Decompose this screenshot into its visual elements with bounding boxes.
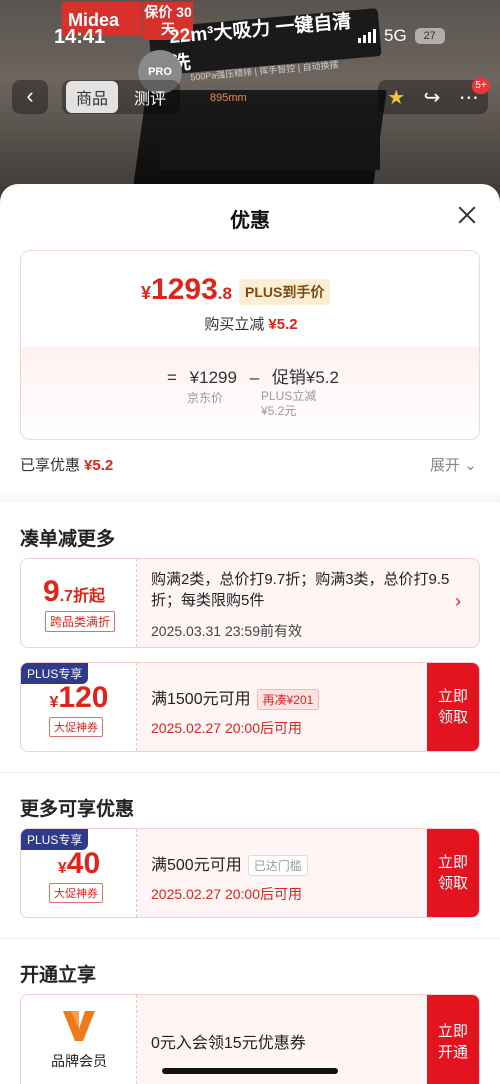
final-price: ¥1293.8 [141, 273, 232, 307]
enjoyed-label: 已享优惠 [20, 457, 81, 474]
coupon-threshold-tag: 已达门槛 [247, 855, 308, 876]
coupon-condition: 满1500元可用 [151, 691, 251, 708]
dimension-label: 895mm [210, 92, 247, 104]
section-title-open-enjoy: 开通立享 [20, 965, 97, 986]
coupon-card: PLUS专享 ¥40 大促神券 满500元可用 已达门槛 2025.02.27 2… [20, 828, 480, 918]
coupon-value: 40 [66, 847, 101, 880]
tab-review[interactable]: 测评 [124, 81, 176, 113]
membership-name: 品牌会员 [51, 1053, 107, 1069]
status-indicators: 5G 27 [358, 26, 445, 46]
discount-sheet: 优惠 ¥1293.8 PLUS到手价 购买立减 ¥5.2 = ¥1299 – 促销… [0, 184, 500, 1084]
coupon-currency: ¥ [57, 860, 67, 877]
minus-sign: – [249, 368, 260, 387]
share-icon[interactable]: ↪ [424, 85, 441, 110]
discount-description: 购满2类，总价打9.7折；购满3类，总价打9.5折；每类限购5件 [151, 571, 450, 609]
discount-valid-date: 2025.03.31 23:59前有效 [151, 623, 302, 639]
coupon-left: PLUS专享 ¥120 大促神券 [21, 663, 137, 751]
membership-offer: 0元入会领15元优惠券 [151, 1035, 306, 1052]
message-badge: 5+ [472, 78, 490, 94]
promo-detail-label: PLUS立减 [261, 389, 317, 403]
coupon-amount: ¥120 [21, 681, 137, 715]
close-icon[interactable] [454, 202, 480, 228]
divider [0, 938, 500, 939]
coupon-value: 120 [58, 681, 109, 714]
discount-tag: 跨品类满折 [45, 611, 116, 632]
sheet-title: 优惠 [230, 210, 270, 232]
divider [0, 772, 500, 773]
membership-left: 品牌会员 [21, 995, 137, 1084]
coupon-card: PLUS专享 ¥120 大促神券 满1500元可用 再凑¥201 2025.02.… [20, 662, 480, 752]
coupon-gap-tag: 再凑¥201 [256, 689, 320, 710]
claim-coupon-button[interactable]: 立即领取 [427, 663, 479, 751]
promo-detail: PLUS立减 ¥5.2元 [261, 389, 316, 419]
status-time: 14:41 [54, 26, 106, 48]
plus-price-tag: PLUS到手价 [239, 279, 331, 305]
coupon-info: 满500元可用 已达门槛 2025.02.27 20:00后可用 [151, 851, 308, 904]
instant-discount-value: ¥5.2 [268, 316, 298, 333]
coupon-kind: 大促神券 [49, 883, 103, 903]
coupon-kind: 大促神券 [49, 717, 103, 737]
chevron-left-icon: ‹ [26, 83, 34, 108]
product-tabs: 商品 测评 [62, 80, 181, 114]
enjoyed-value: ¥5.2 [84, 457, 114, 474]
cross-category-discount-card[interactable]: 9.7折起 跨品类满折 购满2类，总价打9.7折；购满3类，总价打9.5折；每类… [20, 558, 480, 648]
home-indicator[interactable] [162, 1068, 338, 1074]
coupon-info: 满1500元可用 再凑¥201 2025.02.27 20:00后可用 [151, 685, 320, 738]
coupon-left: PLUS专享 ¥40 大促神券 [21, 829, 137, 917]
claim-coupon-button[interactable]: 立即领取 [427, 829, 479, 917]
open-membership-button[interactable]: 立即开通 [427, 995, 479, 1084]
discount-rate-small: .7折起 [59, 588, 106, 605]
signal-icon [358, 29, 376, 43]
instant-discount-label: 购买立减 [204, 316, 265, 333]
star-icon[interactable]: ★ [387, 85, 405, 110]
coupon-date: 2025.02.27 20:00后可用 [151, 886, 302, 902]
chevron-right-icon: › [455, 591, 461, 611]
promo-value: 促销¥5.2 [271, 368, 339, 387]
coupon-amount: ¥40 [21, 847, 137, 881]
battery-icon: 27 [414, 28, 445, 44]
back-button[interactable]: ‹ [12, 80, 48, 114]
promo-detail-value: ¥5.2元 [261, 404, 297, 418]
coupon-condition: 满500元可用 [151, 857, 242, 874]
discount-rate: 9.7折起 [43, 575, 105, 609]
tab-product[interactable]: 商品 [66, 81, 119, 113]
price-integer: 1293 [151, 273, 218, 306]
instant-discount: 购买立减 ¥5.2 [21, 313, 479, 334]
equals-sign: = [167, 368, 177, 387]
network-type: 5G [384, 26, 407, 45]
expand-button[interactable]: 展开 ⌄ [430, 454, 477, 475]
price-formula: = ¥1299 – 促销¥5.2 [167, 363, 347, 388]
section-gap [0, 488, 500, 502]
brand-member-logo-icon [63, 1011, 95, 1041]
discount-left: 9.7折起 跨品类满折 [21, 559, 137, 647]
price-breakdown-bg [21, 347, 479, 439]
range-hood-panel [160, 130, 380, 170]
jd-price-label: 京东价 [187, 391, 224, 405]
jd-price: ¥1299 [189, 368, 237, 387]
section-title-more-orders: 凑单减更多 [20, 529, 116, 550]
price-card: ¥1293.8 PLUS到手价 购买立减 ¥5.2 = ¥1299 – 促销¥5.… [20, 250, 480, 440]
coupon-date: 2025.02.27 20:00后可用 [151, 720, 302, 736]
currency-symbol: ¥ [141, 283, 152, 303]
section-title-more-offers: 更多可享优惠 [20, 799, 135, 820]
price-decimal: .8 [217, 284, 232, 303]
enjoyed-discount: 已享优惠 ¥5.2 [20, 454, 113, 475]
discount-rate-big: 9 [43, 575, 60, 608]
